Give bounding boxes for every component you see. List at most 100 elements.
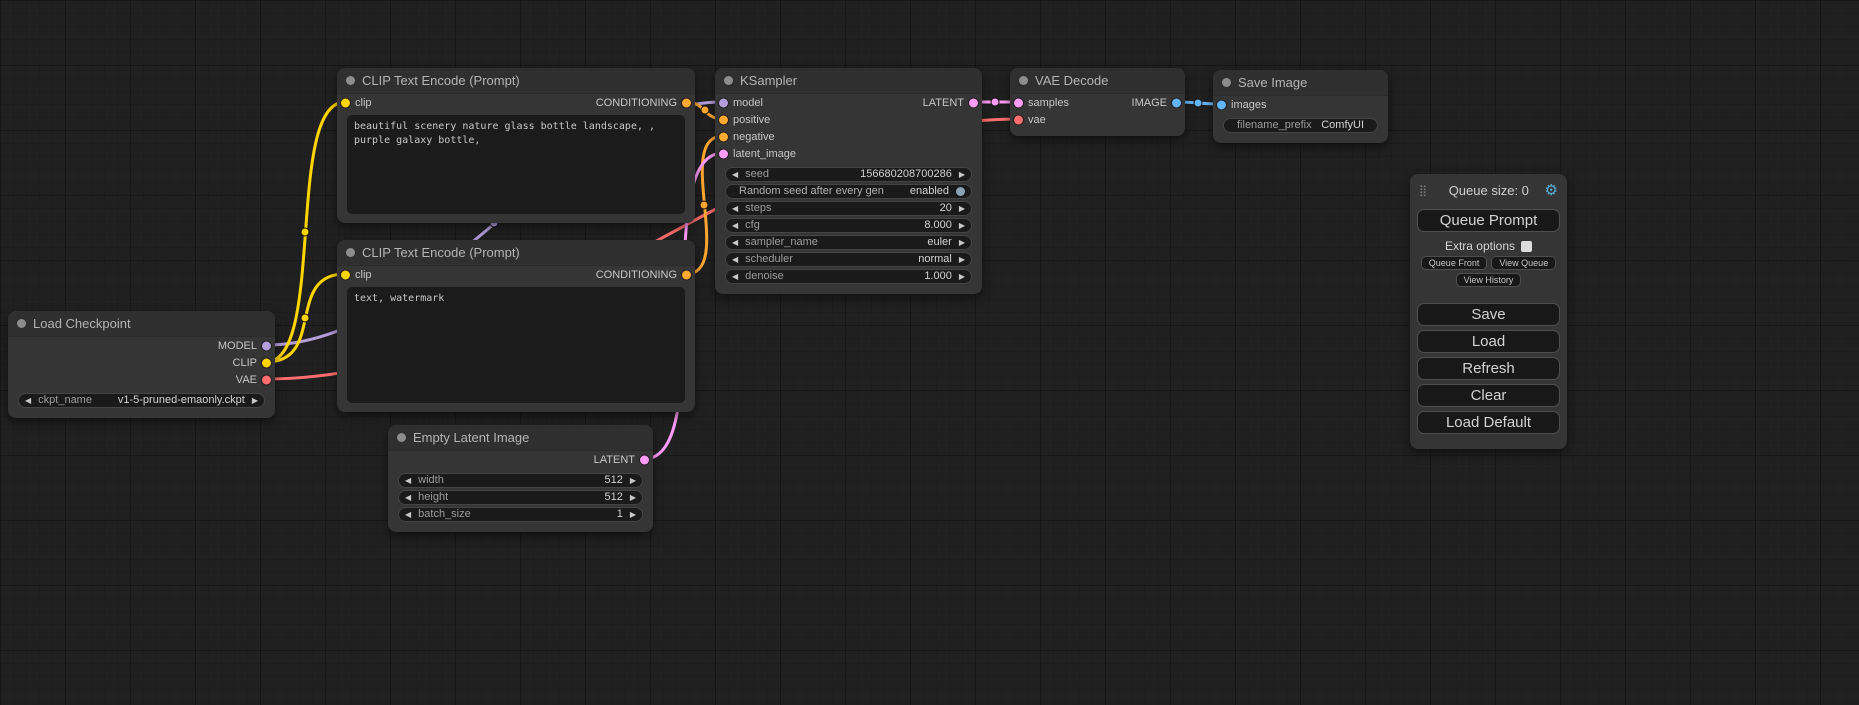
increment-arrow-icon[interactable]: ▶ [630, 474, 636, 487]
wire-midpoint-dot [991, 98, 999, 106]
extra-options-checkbox[interactable] [1521, 241, 1532, 252]
view-queue-button[interactable]: View Queue [1491, 256, 1556, 270]
latent-output-port[interactable] [640, 455, 649, 464]
height-widget[interactable]: ◀ height 512 ▶ [398, 490, 643, 505]
seed-widget[interactable]: ◀ seed 156680208700286 ▶ [725, 167, 972, 182]
node-title-bar[interactable]: VAE Decode [1010, 68, 1185, 94]
clip-input-port[interactable] [341, 98, 350, 107]
node-clip-text-encode-negative[interactable]: CLIP Text Encode (Prompt) clip CONDITION… [337, 240, 695, 412]
node-title-bar[interactable]: KSampler [715, 68, 982, 94]
output-slot-latent: LATENT [388, 451, 653, 468]
slot-label: VAE [236, 374, 257, 386]
clip-input-port[interactable] [341, 270, 350, 279]
widget-value: 1.000 [924, 270, 952, 283]
slot-label: images [1231, 99, 1266, 111]
node-title-bar[interactable]: CLIP Text Encode (Prompt) [337, 240, 695, 266]
increment-arrow-icon[interactable]: ▶ [959, 202, 965, 215]
conditioning-output-port[interactable] [682, 270, 691, 279]
scheduler-widget[interactable]: ◀ scheduler normal ▶ [725, 252, 972, 267]
decrement-arrow-icon[interactable]: ◀ [405, 474, 411, 487]
model-input-port[interactable] [719, 98, 728, 107]
node-title-bar[interactable]: Save Image [1213, 70, 1388, 96]
increment-arrow-icon[interactable]: ▶ [630, 508, 636, 521]
load-default-button[interactable]: Load Default [1417, 411, 1560, 434]
image-output-port[interactable] [1172, 98, 1181, 107]
collapse-toggle-icon[interactable] [397, 433, 406, 442]
node-save-image[interactable]: Save Image images filename_prefix ComfyU… [1213, 70, 1388, 143]
next-arrow-icon[interactable]: ▶ [959, 236, 965, 249]
output-slot-clip: CLIP [8, 354, 275, 371]
cfg-widget[interactable]: ◀ cfg 8.000 ▶ [725, 218, 972, 233]
node-clip-text-encode-positive[interactable]: CLIP Text Encode (Prompt) clip CONDITION… [337, 68, 695, 223]
decrement-arrow-icon[interactable]: ◀ [732, 168, 738, 181]
node-title-bar[interactable]: CLIP Text Encode (Prompt) [337, 68, 695, 94]
negative-input-port[interactable] [719, 132, 728, 141]
decrement-arrow-icon[interactable]: ◀ [405, 491, 411, 504]
random-seed-toggle-widget[interactable]: Random seed after every gen enabled [725, 184, 972, 199]
node-vae-decode[interactable]: VAE Decode samples IMAGE vae [1010, 68, 1185, 136]
decrement-arrow-icon[interactable]: ◀ [732, 270, 738, 283]
node-title-bar[interactable]: Load Checkpoint [8, 311, 275, 337]
clear-button[interactable]: Clear [1417, 384, 1560, 407]
widget-name: denoise [745, 270, 917, 283]
next-arrow-icon[interactable]: ▶ [959, 253, 965, 266]
slot-label: CONDITIONING [596, 269, 677, 281]
wire-midpoint-dot [1194, 99, 1202, 107]
increment-arrow-icon[interactable]: ▶ [630, 491, 636, 504]
samples-input-port[interactable] [1014, 98, 1023, 107]
collapse-toggle-icon[interactable] [17, 319, 26, 328]
queue-front-button[interactable]: Queue Front [1421, 256, 1488, 270]
refresh-button[interactable]: Refresh [1417, 357, 1560, 380]
latent-image-input-port[interactable] [719, 149, 728, 158]
decrement-arrow-icon[interactable]: ◀ [732, 202, 738, 215]
load-button[interactable]: Load [1417, 330, 1560, 353]
increment-arrow-icon[interactable]: ▶ [959, 168, 965, 181]
next-arrow-icon[interactable]: ▶ [252, 394, 258, 407]
positive-input-port[interactable] [719, 115, 728, 124]
latent-output-port[interactable] [969, 98, 978, 107]
vae-input-port[interactable] [1014, 115, 1023, 124]
settings-gear-icon[interactable]: ⚙ [1545, 183, 1558, 198]
prev-arrow-icon[interactable]: ◀ [732, 253, 738, 266]
graph-canvas[interactable]: Load Checkpoint MODEL CLIP VAE ◀ ckpt_na… [0, 0, 1859, 705]
decrement-arrow-icon[interactable]: ◀ [405, 508, 411, 521]
drag-handle-icon[interactable]: ⣿ [1419, 184, 1427, 197]
filename-prefix-widget[interactable]: filename_prefix ComfyUI [1223, 118, 1378, 133]
node-ksampler[interactable]: KSampler model LATENT positive negative … [715, 68, 982, 294]
widget-name: seed [745, 168, 853, 181]
steps-widget[interactable]: ◀ steps 20 ▶ [725, 201, 972, 216]
width-widget[interactable]: ◀ width 512 ▶ [398, 473, 643, 488]
collapse-toggle-icon[interactable] [346, 248, 355, 257]
view-history-button[interactable]: View History [1456, 273, 1522, 287]
model-output-port[interactable] [262, 341, 271, 350]
node-load-checkpoint[interactable]: Load Checkpoint MODEL CLIP VAE ◀ ckpt_na… [8, 311, 275, 418]
extra-options-label: Extra options [1445, 239, 1515, 253]
conditioning-output-port[interactable] [682, 98, 691, 107]
queue-prompt-button[interactable]: Queue Prompt [1417, 209, 1560, 232]
collapse-toggle-icon[interactable] [724, 76, 733, 85]
increment-arrow-icon[interactable]: ▶ [959, 270, 965, 283]
images-input-port[interactable] [1217, 100, 1226, 109]
ckpt-name-widget[interactable]: ◀ ckpt_name v1-5-pruned-emaonly.ckpt ▶ [18, 393, 265, 408]
batch-size-widget[interactable]: ◀ batch_size 1 ▶ [398, 507, 643, 522]
slot-label: negative [733, 131, 775, 143]
increment-arrow-icon[interactable]: ▶ [959, 219, 965, 232]
prompt-textarea[interactable]: text, watermark [347, 287, 685, 403]
clip-output-port[interactable] [262, 358, 271, 367]
node-empty-latent-image[interactable]: Empty Latent Image LATENT ◀ width 512 ▶ … [388, 425, 653, 532]
collapse-toggle-icon[interactable] [1222, 78, 1231, 87]
prev-arrow-icon[interactable]: ◀ [732, 236, 738, 249]
save-button[interactable]: Save [1417, 303, 1560, 326]
prev-arrow-icon[interactable]: ◀ [25, 394, 31, 407]
collapse-toggle-icon[interactable] [346, 76, 355, 85]
sampler-name-widget[interactable]: ◀ sampler_name euler ▶ [725, 235, 972, 250]
history-row: View History [1417, 273, 1560, 287]
denoise-widget[interactable]: ◀ denoise 1.000 ▶ [725, 269, 972, 284]
input-slot-vae: vae [1010, 111, 1185, 128]
widget-value: 512 [604, 474, 622, 487]
decrement-arrow-icon[interactable]: ◀ [732, 219, 738, 232]
prompt-textarea[interactable]: beautiful scenery nature glass bottle la… [347, 115, 685, 214]
collapse-toggle-icon[interactable] [1019, 76, 1028, 85]
vae-output-port[interactable] [262, 375, 271, 384]
node-title-bar[interactable]: Empty Latent Image [388, 425, 653, 451]
